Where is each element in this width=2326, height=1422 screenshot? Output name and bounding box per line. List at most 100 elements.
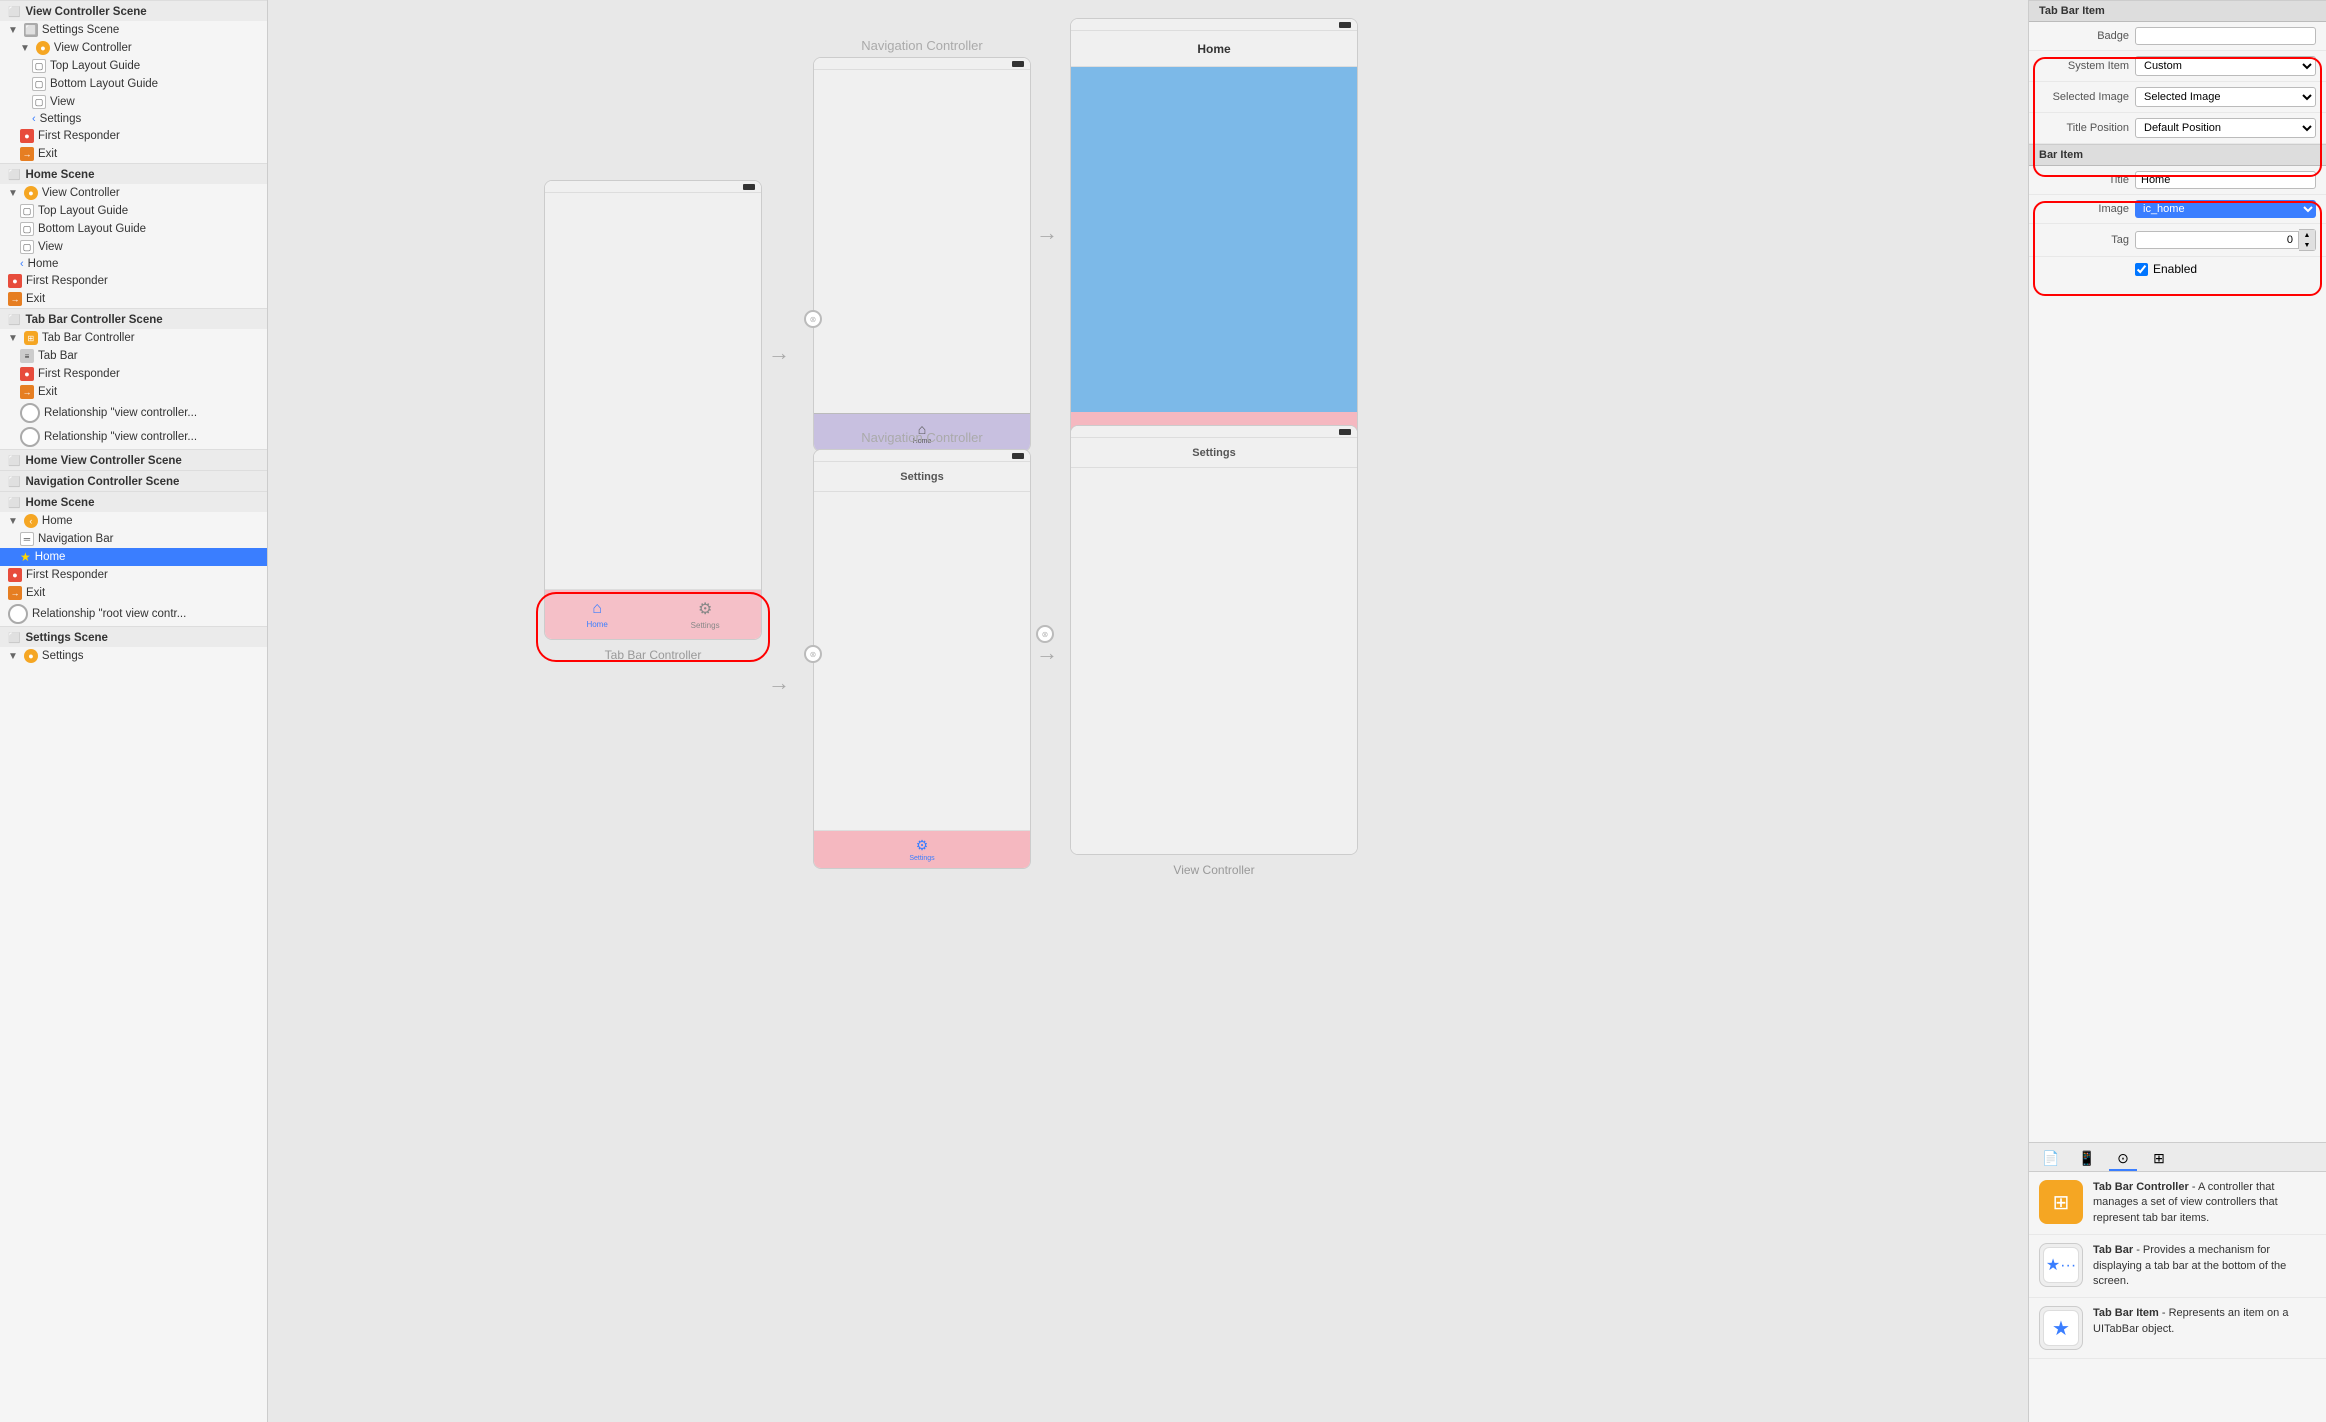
tab-bar-controller-mockup: ⌂ Home ⚙ Settings Tab Bar Controller bbox=[544, 180, 762, 662]
view-item-1[interactable]: ▢ View bbox=[0, 93, 267, 111]
exit-icon: → bbox=[20, 385, 34, 399]
exit-icon: → bbox=[20, 147, 34, 161]
bar-item-section-title: Bar Item bbox=[2029, 144, 2326, 166]
nav-iphone-top: ⌂ Home bbox=[813, 57, 1031, 452]
tag-decrement-button[interactable]: ▼ bbox=[2299, 240, 2315, 250]
exit-1[interactable]: → Exit bbox=[0, 145, 267, 163]
first-responder-4[interactable]: ● First Responder bbox=[0, 566, 267, 584]
info-tbi-text: Tab Bar Item - Represents an item on a U… bbox=[2093, 1306, 2316, 1337]
badge-input[interactable] bbox=[2135, 27, 2316, 45]
system-item-select[interactable]: Custom bbox=[2135, 56, 2316, 76]
battery-icon bbox=[743, 184, 755, 190]
tab-bar-controller-icon: ⊞ bbox=[24, 331, 38, 345]
tag-increment-button[interactable]: ▲ bbox=[2299, 230, 2315, 240]
tag-input[interactable] bbox=[2135, 231, 2299, 249]
tbi-star-icon: ★ bbox=[2052, 1316, 2070, 1341]
exit-3[interactable]: → Exit bbox=[0, 383, 267, 401]
home-star-item[interactable]: ★ Home bbox=[0, 548, 267, 566]
home-scene-2-header: ⬜ Home Scene bbox=[0, 491, 267, 512]
home-star-label: Home bbox=[35, 551, 66, 563]
info-tb-icon: ★··· bbox=[2039, 1243, 2083, 1287]
exit-4[interactable]: → Exit bbox=[0, 584, 267, 602]
canvas-area: ⌂ Home ⚙ Settings Tab Bar Controller → N… bbox=[268, 0, 2028, 1422]
info-tb-text: Tab Bar - Provides a mechanism for displ… bbox=[2093, 1243, 2316, 1289]
scene-icon-settings2: ⬜ bbox=[8, 633, 20, 644]
scene-icon-home: ⬜ bbox=[8, 170, 20, 181]
star-icon: ★ bbox=[20, 550, 31, 564]
vc-iphone-top: Home bbox=[1070, 18, 1358, 448]
rel-icon bbox=[20, 403, 40, 423]
tb-info-title: Tab Bar bbox=[2093, 1244, 2133, 1256]
vc-settings-item[interactable]: ▼ ● View Controller bbox=[0, 39, 267, 57]
home-nav-item[interactable]: ▼ ‹ Home bbox=[0, 512, 267, 530]
chevron-icon: ‹ bbox=[32, 113, 36, 125]
tab-circle-icon[interactable]: ⊙ bbox=[2109, 1147, 2137, 1171]
bottom-layout-guide-1[interactable]: ▢ Bottom Layout Guide bbox=[0, 75, 267, 93]
top-layout-guide-2[interactable]: ▢ Top Layout Guide bbox=[0, 202, 267, 220]
tab-bar-icon: ≡ bbox=[20, 349, 34, 363]
arrow-2: → bbox=[1036, 220, 1058, 246]
home-vc-scene-title: Home View Controller Scene bbox=[25, 455, 181, 467]
exit-2[interactable]: → Exit bbox=[0, 290, 267, 308]
tab-grid-icon[interactable]: ⊞ bbox=[2145, 1147, 2173, 1171]
tab-body bbox=[545, 193, 761, 589]
home-title: Home bbox=[1197, 42, 1230, 56]
connector-3: ⊗ bbox=[1036, 625, 1054, 643]
rel-vc-2[interactable]: Relationship "view controller... bbox=[0, 425, 267, 449]
nav-bar-icon: ═ bbox=[20, 532, 34, 546]
settings-label: Settings bbox=[909, 855, 934, 862]
vc-title-bar: Settings bbox=[1071, 438, 1357, 468]
view-item-2[interactable]: ▢ View bbox=[0, 238, 267, 256]
exit-label3: Exit bbox=[38, 386, 57, 398]
enabled-checkbox[interactable] bbox=[2135, 263, 2148, 276]
settings-scene-label: Settings Scene bbox=[42, 24, 119, 36]
rel-vc-1[interactable]: Relationship "view controller... bbox=[0, 401, 267, 425]
settings-vc-item[interactable]: ▼ ● Settings bbox=[0, 647, 267, 665]
bar-title-label: Title bbox=[2039, 174, 2129, 186]
first-responder-1[interactable]: ● First Responder bbox=[0, 127, 267, 145]
nav-body-top bbox=[814, 70, 1030, 413]
settings-tab-icon-wrap: ⚙ Settings bbox=[909, 837, 934, 862]
scene-icon-home2: ⬜ bbox=[8, 498, 20, 509]
first-responder-label3: First Responder bbox=[38, 368, 120, 380]
vc-body-bottom bbox=[1071, 468, 1357, 854]
info-tbc-text: Tab Bar Controller - A controller that m… bbox=[2093, 1180, 2316, 1226]
settings-back-item[interactable]: ‹ Settings bbox=[0, 111, 267, 127]
tab-phone-icon[interactable]: 📱 bbox=[2073, 1147, 2101, 1171]
settings-scene-2-title: Settings Scene bbox=[25, 632, 107, 644]
selected-image-select[interactable]: Selected Image bbox=[2135, 87, 2316, 107]
tab-bar-item[interactable]: ≡ Tab Bar bbox=[0, 347, 267, 365]
first-responder-label4: First Responder bbox=[26, 569, 108, 581]
bar-title-row: Title bbox=[2029, 166, 2326, 195]
home-back-item[interactable]: ‹ Home bbox=[0, 256, 267, 272]
responder-icon: ● bbox=[20, 129, 34, 143]
top-layout-label2: Top Layout Guide bbox=[38, 205, 128, 217]
system-item-row: System Item Custom bbox=[2029, 51, 2326, 82]
battery-icon bbox=[1339, 429, 1351, 435]
first-responder-label2: First Responder bbox=[26, 275, 108, 287]
bottom-layout-guide-2[interactable]: ▢ Bottom Layout Guide bbox=[0, 220, 267, 238]
top-layout-guide-1[interactable]: ▢ Top Layout Guide bbox=[0, 57, 267, 75]
tb-star-icon: ★··· bbox=[2046, 1255, 2076, 1275]
home-scene-header: ⬜ Home Scene bbox=[0, 163, 267, 184]
settings-scene-2-header: ⬜ Settings Scene bbox=[0, 626, 267, 647]
tab-document-icon[interactable]: 📄 bbox=[2037, 1147, 2065, 1171]
bar-image-select[interactable]: ic_home bbox=[2135, 200, 2316, 218]
tab-bar-controller-item[interactable]: ▼ ⊞ Tab Bar Controller bbox=[0, 329, 267, 347]
rel-root-vc[interactable]: Relationship "root view contr... bbox=[0, 602, 267, 626]
left-panel: ⬜ View Controller Scene ▼ ⬜ Settings Sce… bbox=[0, 0, 268, 1422]
enabled-row: Enabled bbox=[2029, 257, 2326, 281]
title-position-label: Title Position bbox=[2039, 122, 2129, 134]
nav-bar-item[interactable]: ═ Navigation Bar bbox=[0, 530, 267, 548]
arrow-1: → bbox=[768, 340, 790, 366]
vc-home-item[interactable]: ▼ ● View Controller bbox=[0, 184, 267, 202]
tab-bar-controller-canvas-label: Tab Bar Controller bbox=[544, 648, 762, 662]
first-responder-2[interactable]: ● First Responder bbox=[0, 272, 267, 290]
right-panel: Tab Bar Item Badge System Item Custom Se… bbox=[2028, 0, 2326, 1422]
bar-title-input[interactable] bbox=[2135, 171, 2316, 189]
info-tab-bar-controller: ⊞ Tab Bar Controller - A controller that… bbox=[2029, 1172, 2326, 1235]
settings-vc-icon: ● bbox=[24, 649, 38, 663]
arrow-icon: ▼ bbox=[8, 333, 18, 344]
title-position-select[interactable]: Default Position bbox=[2135, 118, 2316, 138]
first-responder-3[interactable]: ● First Responder bbox=[0, 365, 267, 383]
